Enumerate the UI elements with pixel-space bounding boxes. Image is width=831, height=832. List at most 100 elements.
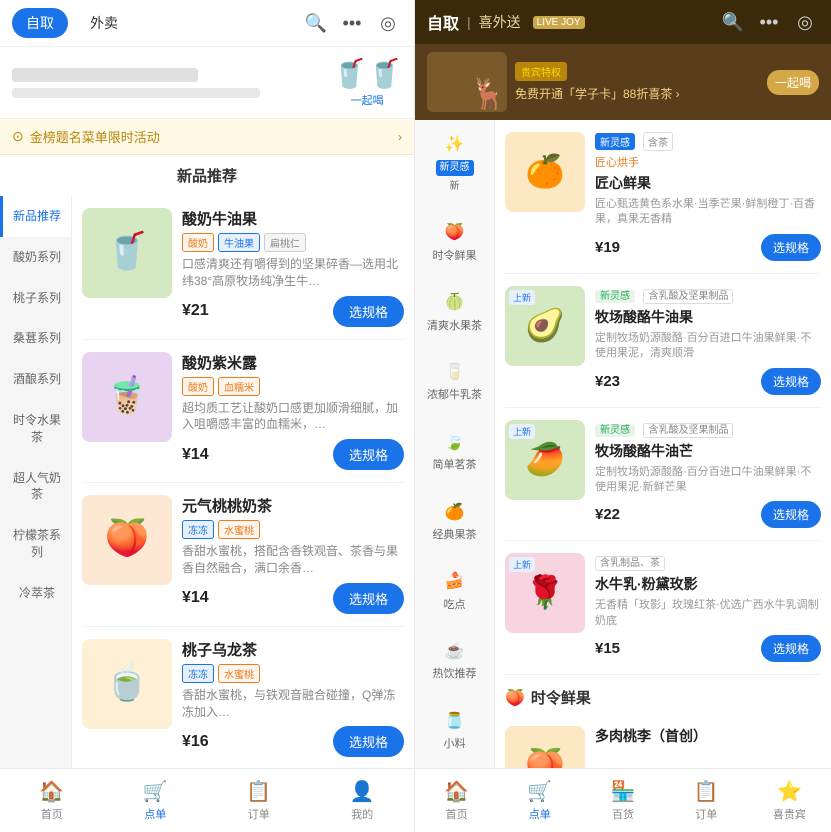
live-badge: LIVE JOY (533, 16, 585, 29)
right-target-icon[interactable]: ◎ (791, 8, 819, 36)
right-product-details: 多肉桃李（首创） (595, 726, 821, 750)
nav-profile[interactable]: 👤 我的 (311, 775, 415, 826)
right-sidebar-item-fruit-tea[interactable]: 🍈 清爽水果茶 (415, 278, 494, 348)
sidebar-item-cold[interactable]: 冷萃茶 (0, 573, 71, 614)
right-banner: 🦌 贵宾特权 免费开通「学子卡」88折喜茶 › 一起喝 (415, 44, 831, 120)
right-product-footer: ¥22 选规格 (595, 501, 821, 528)
right-sidebar: ✨ 新灵感 新 🍑 时令鲜果 🍈 清爽水果茶 🥛 浓郁牛乳茶 🍃 简单茗茶 (415, 120, 495, 768)
promo-text: 免费开通「学子卡」88折喜茶 › (515, 85, 759, 102)
svg-text:🥤: 🥤 (105, 230, 150, 271)
seasonal-label: 时令鲜果 (433, 249, 477, 264)
nav-order[interactable]: 🛒 点单 (104, 775, 208, 826)
right-sidebar-item-hot[interactable]: ☕ 热饮推荐 (415, 627, 494, 697)
product-desc: 超均质工艺让酸奶口感更加顺滑细腻，加入咀嚼感丰富的血糯米，… (182, 400, 404, 434)
select-spec-button[interactable]: 选规格 (333, 439, 404, 470)
select-spec-button[interactable]: 选规格 (333, 726, 404, 757)
tag-almond: 扁桃仁 (264, 233, 306, 252)
tag-yogurt: 酸奶 (182, 233, 214, 252)
right-sidebar-item-classic[interactable]: 🍊 经典果茶 (415, 488, 494, 558)
product-tags: 冻冻 水蜜桃 (182, 520, 404, 539)
banner-image: 🦌 (427, 52, 507, 112)
new-badge: 新灵感 (436, 160, 474, 176)
right-product-footer: ¥19 选规格 (595, 234, 821, 261)
brand-name: 自取 (427, 10, 459, 34)
right-sidebar-item-simple-tea[interactable]: 🍃 简单茗茶 (415, 418, 494, 488)
right-nav-orders-label: 订单 (695, 806, 717, 822)
product-price: ¥21 (182, 302, 209, 320)
section-title: 新品推荐 (0, 155, 414, 196)
right-nav-vip[interactable]: ⭐ 喜贵宾 (748, 775, 831, 826)
drink-together-btn[interactable]: 🥤🥤 一起喝 (332, 57, 402, 108)
more-icon[interactable]: ••• (338, 9, 366, 37)
product-image-peach-milk: 🍑 (82, 495, 172, 585)
nav-profile-label: 我的 (351, 806, 373, 822)
corner-label: 上新 (509, 557, 535, 572)
product-tags: 酸奶 牛油果 扁桃仁 (182, 233, 404, 252)
nav-home[interactable]: 🏠 首页 (0, 775, 104, 826)
sidebar-item-new[interactable]: 新品推荐 (0, 196, 71, 237)
right-nav-order[interactable]: 🛒 点单 (498, 775, 581, 826)
banner-promo: 贵宾特权 免费开通「学子卡」88折喜茶 › (515, 62, 759, 102)
right-nav-department[interactable]: 🏪 百货 (581, 775, 664, 826)
gold-text: 金榜题名菜单限时活动 (30, 127, 392, 146)
sidebar-item-milk-tea[interactable]: 超人气奶茶 (0, 458, 71, 516)
tab-delivery[interactable]: 外卖 (76, 8, 132, 38)
right-more-icon[interactable]: ••• (755, 8, 783, 36)
right-search-icon[interactable]: 🔍 (719, 8, 747, 36)
gold-arrow: › (398, 130, 402, 144)
right-product-details: 新灵感 含茶 匠心烘手 匠心鲜果 匠心甄选黄色系水果·当季芒果·鲜制橙丁·百香果… (595, 132, 821, 261)
sidebar-item-lemon[interactable]: 柠檬茶系列 (0, 515, 71, 573)
right-sidebar-item-toppings[interactable]: 🫙 小料 (415, 697, 494, 767)
dairy-badge2: 含乳酸及坚果制品 (643, 423, 733, 438)
right-vip-icon: ⭐ (777, 779, 802, 804)
seasonal-section-header: 🍑 时令鲜果 (505, 675, 821, 714)
right-nav-dept-label: 百货 (612, 806, 634, 822)
right-product-name: 牧场酸酪牛油芒 (595, 441, 821, 461)
right-sidebar-item-seasonal[interactable]: 🍑 时令鲜果 (415, 208, 494, 278)
product-footer: ¥16 选规格 (182, 726, 404, 757)
right-select-spec-button[interactable]: 选规格 (761, 635, 821, 662)
tab-self-pickup[interactable]: 自取 (12, 8, 68, 38)
right-product-image-mango: 🥭 上新 (505, 420, 585, 500)
sidebar-item-mulberry[interactable]: 桑葚系列 (0, 318, 71, 359)
right-sidebar-item-new[interactable]: ✨ 新灵感 新 (415, 120, 494, 208)
right-sidebar-item-milk-tea[interactable]: 🥛 浓郁牛乳茶 (415, 348, 494, 418)
right-sidebar-item-food[interactable]: 🍰 吃点 (415, 557, 494, 627)
tag-peach2: 水蜜桃 (218, 664, 260, 683)
right-select-spec-button[interactable]: 选规格 (761, 234, 821, 261)
target-icon[interactable]: ◎ (374, 9, 402, 37)
product-item: 🧋 酸奶紫米露 酸奶 血糯米 超均质工艺让酸奶口感更加顺滑细腻，加入咀嚼感丰富的… (82, 340, 404, 484)
right-order-icon: 🛒 (527, 779, 552, 804)
svg-text:🧋: 🧋 (105, 374, 150, 415)
home-icon: 🏠 (39, 779, 64, 804)
right-product-item: 🥭 上新 新灵感 含乳酸及坚果制品 牧场酸酪牛油芒 定制牧场奶源酸酪·百分百进口… (505, 408, 821, 542)
product-details: 桃子乌龙茶 冻冻 水蜜桃 香甜水蜜桃，与铁观音融合碰撞，Q弹冻冻加入… ¥16 … (182, 639, 404, 758)
fruit-tea-icon: 🍈 (445, 292, 465, 314)
sidebar-item-fruit-tea[interactable]: 时令水果茶 (0, 400, 71, 458)
right-nav-orders[interactable]: 📋 订单 (665, 775, 748, 826)
right-select-spec-button[interactable]: 选规格 (761, 501, 821, 528)
sidebar-item-wine[interactable]: 酒酿系列 (0, 359, 71, 400)
search-icon[interactable]: 🔍 (302, 9, 330, 37)
right-select-spec-button[interactable]: 选规格 (761, 368, 821, 395)
right-nav-home[interactable]: 🏠 首页 (415, 775, 498, 826)
corner-label: 上新 (509, 424, 535, 439)
gold-banner[interactable]: ⊙ 金榜题名菜单限时活动 › (0, 119, 414, 155)
separator: | (467, 14, 471, 30)
sidebar-item-yogurt[interactable]: 酸奶系列 (0, 237, 71, 278)
select-spec-button[interactable]: 选规格 (333, 583, 404, 614)
sidebar-item-peach[interactable]: 桃子系列 (0, 278, 71, 319)
product-price: ¥14 (182, 589, 209, 607)
product-details: 元气桃桃奶茶 冻冻 水蜜桃 香甜水蜜桃，搭配含香铁观音、茶香与果香自然融合，满口… (182, 495, 404, 614)
right-orders-icon: 📋 (694, 779, 719, 804)
select-spec-button[interactable]: 选规格 (333, 296, 404, 327)
nav-orders[interactable]: 📋 订单 (207, 775, 311, 826)
right-drink-together-button[interactable]: 一起喝 (767, 70, 819, 95)
right-product-details: 含乳制品、茶 水牛乳·粉黛玫影 无香精「玫影」玫瑰红茶·优选广西水牛乳调制奶底 … (595, 553, 821, 662)
promo-tag: 贵宾特权 (515, 62, 567, 81)
order-icon: 🛒 (143, 779, 168, 804)
tag-yogurt2: 酸奶 (182, 377, 214, 396)
product-image-yogurt-rice: 🧋 (82, 352, 172, 442)
new-feeling-badge3: 新灵感 (595, 424, 635, 437)
right-product-desc: 定制牧场奶源酸酪·百分百进口牛油果鲜果·不使用果泥·新鲜芒果 (595, 465, 821, 496)
